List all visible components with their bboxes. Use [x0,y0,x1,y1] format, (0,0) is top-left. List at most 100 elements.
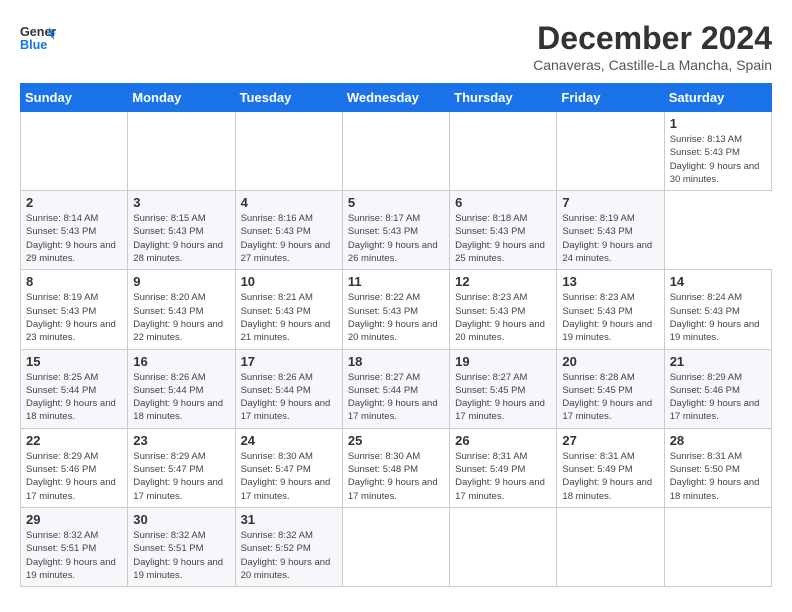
day-info: Sunrise: 8:14 AMSunset: 5:43 PMDaylight:… [26,212,122,265]
day-info: Sunrise: 8:19 AMSunset: 5:43 PMDaylight:… [562,212,658,265]
day-info: Sunrise: 8:22 AMSunset: 5:43 PMDaylight:… [348,291,444,344]
day-number: 16 [133,354,229,369]
calendar-cell: 25 Sunrise: 8:30 AMSunset: 5:48 PMDaylig… [342,428,449,507]
calendar-week-4: 22 Sunrise: 8:29 AMSunset: 5:46 PMDaylig… [21,428,772,507]
day-info: Sunrise: 8:26 AMSunset: 5:44 PMDaylight:… [133,371,229,424]
day-info: Sunrise: 8:31 AMSunset: 5:49 PMDaylight:… [562,450,658,503]
calendar-body: 1 Sunrise: 8:13 AMSunset: 5:43 PMDayligh… [21,112,772,587]
calendar-cell: 13 Sunrise: 8:23 AMSunset: 5:43 PMDaylig… [557,270,664,349]
day-info: Sunrise: 8:23 AMSunset: 5:43 PMDaylight:… [562,291,658,344]
day-info: Sunrise: 8:29 AMSunset: 5:47 PMDaylight:… [133,450,229,503]
logo: General Blue [20,20,56,56]
day-number: 20 [562,354,658,369]
header-wednesday: Wednesday [342,84,449,112]
day-info: Sunrise: 8:27 AMSunset: 5:44 PMDaylight:… [348,371,444,424]
day-number: 5 [348,195,444,210]
calendar-cell: 12 Sunrise: 8:23 AMSunset: 5:43 PMDaylig… [450,270,557,349]
calendar-cell [21,112,128,191]
calendar-cell: 10 Sunrise: 8:21 AMSunset: 5:43 PMDaylig… [235,270,342,349]
calendar-cell: 3 Sunrise: 8:15 AMSunset: 5:43 PMDayligh… [128,191,235,270]
day-info: Sunrise: 8:29 AMSunset: 5:46 PMDaylight:… [670,371,766,424]
title-area: December 2024 Canaveras, Castille-La Man… [533,20,772,73]
header-saturday: Saturday [664,84,771,112]
day-info: Sunrise: 8:30 AMSunset: 5:47 PMDaylight:… [241,450,337,503]
header-sunday: Sunday [21,84,128,112]
calendar-cell [342,507,449,586]
day-info: Sunrise: 8:20 AMSunset: 5:43 PMDaylight:… [133,291,229,344]
day-number: 24 [241,433,337,448]
calendar-week-0: 1 Sunrise: 8:13 AMSunset: 5:43 PMDayligh… [21,112,772,191]
day-info: Sunrise: 8:32 AMSunset: 5:51 PMDaylight:… [26,529,122,582]
calendar-cell: 21 Sunrise: 8:29 AMSunset: 5:46 PMDaylig… [664,349,771,428]
day-number: 1 [670,116,766,131]
calendar-cell: 19 Sunrise: 8:27 AMSunset: 5:45 PMDaylig… [450,349,557,428]
header-friday: Friday [557,84,664,112]
day-number: 25 [348,433,444,448]
day-info: Sunrise: 8:27 AMSunset: 5:45 PMDaylight:… [455,371,551,424]
header-tuesday: Tuesday [235,84,342,112]
logo-icon: General Blue [20,20,56,56]
calendar-cell: 24 Sunrise: 8:30 AMSunset: 5:47 PMDaylig… [235,428,342,507]
calendar-cell: 20 Sunrise: 8:28 AMSunset: 5:45 PMDaylig… [557,349,664,428]
calendar-cell: 8 Sunrise: 8:19 AMSunset: 5:43 PMDayligh… [21,270,128,349]
day-number: 4 [241,195,337,210]
calendar-cell: 14 Sunrise: 8:24 AMSunset: 5:43 PMDaylig… [664,270,771,349]
calendar-cell: 22 Sunrise: 8:29 AMSunset: 5:46 PMDaylig… [21,428,128,507]
day-info: Sunrise: 8:31 AMSunset: 5:50 PMDaylight:… [670,450,766,503]
calendar-table: Sunday Monday Tuesday Wednesday Thursday… [20,83,772,587]
day-number: 7 [562,195,658,210]
calendar-cell [664,507,771,586]
calendar-subtitle: Canaveras, Castille-La Mancha, Spain [533,57,772,73]
day-number: 27 [562,433,658,448]
day-info: Sunrise: 8:21 AMSunset: 5:43 PMDaylight:… [241,291,337,344]
svg-text:Blue: Blue [20,38,47,52]
calendar-cell [128,112,235,191]
day-number: 21 [670,354,766,369]
day-info: Sunrise: 8:28 AMSunset: 5:45 PMDaylight:… [562,371,658,424]
day-number: 29 [26,512,122,527]
day-info: Sunrise: 8:31 AMSunset: 5:49 PMDaylight:… [455,450,551,503]
calendar-cell: 9 Sunrise: 8:20 AMSunset: 5:43 PMDayligh… [128,270,235,349]
day-info: Sunrise: 8:13 AMSunset: 5:43 PMDaylight:… [670,133,766,186]
day-info: Sunrise: 8:23 AMSunset: 5:43 PMDaylight:… [455,291,551,344]
calendar-cell: 16 Sunrise: 8:26 AMSunset: 5:44 PMDaylig… [128,349,235,428]
day-number: 2 [26,195,122,210]
day-number: 15 [26,354,122,369]
calendar-cell: 28 Sunrise: 8:31 AMSunset: 5:50 PMDaylig… [664,428,771,507]
day-info: Sunrise: 8:17 AMSunset: 5:43 PMDaylight:… [348,212,444,265]
calendar-title: December 2024 [533,20,772,57]
calendar-cell: 5 Sunrise: 8:17 AMSunset: 5:43 PMDayligh… [342,191,449,270]
calendar-cell [557,112,664,191]
day-info: Sunrise: 8:32 AMSunset: 5:52 PMDaylight:… [241,529,337,582]
calendar-cell: 29 Sunrise: 8:32 AMSunset: 5:51 PMDaylig… [21,507,128,586]
calendar-week-3: 15 Sunrise: 8:25 AMSunset: 5:44 PMDaylig… [21,349,772,428]
day-info: Sunrise: 8:15 AMSunset: 5:43 PMDaylight:… [133,212,229,265]
day-info: Sunrise: 8:30 AMSunset: 5:48 PMDaylight:… [348,450,444,503]
calendar-cell [342,112,449,191]
calendar-cell: 2 Sunrise: 8:14 AMSunset: 5:43 PMDayligh… [21,191,128,270]
calendar-cell: 4 Sunrise: 8:16 AMSunset: 5:43 PMDayligh… [235,191,342,270]
calendar-week-1: 2 Sunrise: 8:14 AMSunset: 5:43 PMDayligh… [21,191,772,270]
calendar-cell: 11 Sunrise: 8:22 AMSunset: 5:43 PMDaylig… [342,270,449,349]
calendar-cell: 7 Sunrise: 8:19 AMSunset: 5:43 PMDayligh… [557,191,664,270]
day-info: Sunrise: 8:26 AMSunset: 5:44 PMDaylight:… [241,371,337,424]
day-number: 18 [348,354,444,369]
calendar-cell [235,112,342,191]
day-number: 30 [133,512,229,527]
day-info: Sunrise: 8:19 AMSunset: 5:43 PMDaylight:… [26,291,122,344]
day-number: 19 [455,354,551,369]
day-info: Sunrise: 8:25 AMSunset: 5:44 PMDaylight:… [26,371,122,424]
day-number: 3 [133,195,229,210]
day-number: 14 [670,274,766,289]
calendar-cell: 15 Sunrise: 8:25 AMSunset: 5:44 PMDaylig… [21,349,128,428]
day-number: 28 [670,433,766,448]
day-info: Sunrise: 8:29 AMSunset: 5:46 PMDaylight:… [26,450,122,503]
day-number: 12 [455,274,551,289]
calendar-cell: 6 Sunrise: 8:18 AMSunset: 5:43 PMDayligh… [450,191,557,270]
day-number: 10 [241,274,337,289]
calendar-cell: 23 Sunrise: 8:29 AMSunset: 5:47 PMDaylig… [128,428,235,507]
calendar-cell [450,507,557,586]
calendar-cell [450,112,557,191]
day-number: 23 [133,433,229,448]
day-number: 31 [241,512,337,527]
